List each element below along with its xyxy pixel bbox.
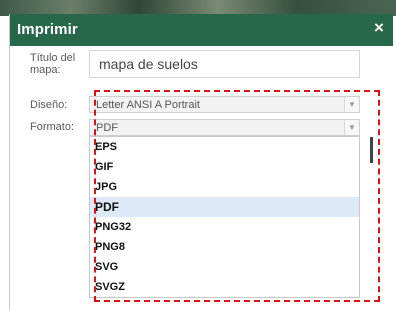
format-option-gif[interactable]: GIF [90, 157, 359, 177]
format-option-svg[interactable]: SVG [90, 257, 359, 277]
scrollbar-thumb[interactable] [370, 137, 373, 163]
format-option-eps[interactable]: EPS [90, 137, 359, 157]
map-title-label: Título del mapa: [30, 52, 76, 76]
format-option-pdf[interactable]: PDF [90, 197, 359, 217]
chevron-down-icon[interactable]: ▼ [344, 120, 359, 135]
format-option-png8[interactable]: PNG8 [90, 237, 359, 257]
dialog-title: Imprimir [17, 21, 78, 38]
design-select-value: Letter ANSI A Portrait [96, 99, 200, 111]
chevron-down-icon[interactable]: ▼ [344, 97, 359, 112]
format-label: Formato: [30, 121, 75, 133]
format-dropdown-list: EPS GIF JPG PDF PNG32 PNG8 SVG SVGZ [89, 136, 360, 298]
format-option-jpg[interactable]: JPG [90, 177, 359, 197]
format-select-value: PDF [96, 122, 118, 134]
design-label: Diseño: [30, 99, 68, 111]
format-option-png32[interactable]: PNG32 [90, 217, 359, 237]
dialog-titlebar: Imprimir × [10, 14, 393, 46]
format-select[interactable]: PDF ▼ [89, 119, 360, 136]
format-option-svgz[interactable]: SVGZ [90, 277, 359, 297]
map-title-input[interactable]: mapa de suelos [89, 50, 360, 78]
design-select[interactable]: Letter ANSI A Portrait ▼ [89, 96, 360, 113]
close-icon[interactable]: × [371, 19, 387, 37]
